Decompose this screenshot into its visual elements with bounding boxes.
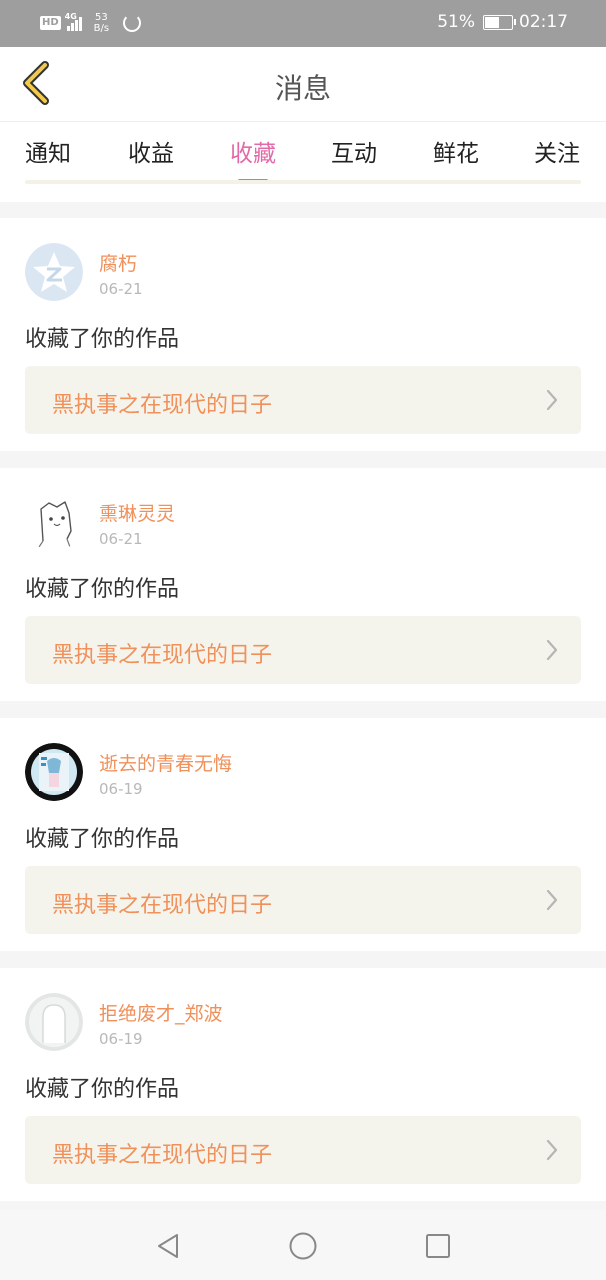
net-speed-unit: B/s (93, 23, 110, 34)
tab-label: 收益 (128, 141, 174, 167)
avatar[interactable] (25, 993, 83, 1051)
avatar[interactable] (25, 743, 83, 801)
nav-back-button[interactable] (152, 1230, 184, 1262)
tab-flowers[interactable]: 鲜花 (421, 134, 491, 168)
tab-bar: 通知 收益 收藏 互动 鲜花 关注 (0, 122, 606, 202)
hd-badge: HD (40, 16, 61, 30)
message-text: 收藏了你的作品 (25, 327, 180, 352)
net-speed: 53 B/s (94, 12, 109, 34)
tab-label: 通知 (25, 141, 71, 167)
sketch-cat-avatar-icon (25, 493, 83, 551)
default-user-avatar-icon (25, 993, 83, 1051)
tab-follows[interactable]: 关注 (522, 134, 592, 168)
clock: 02:17 (519, 12, 568, 32)
message-date: 06-19 (99, 1030, 143, 1048)
header-bar: 消息 (0, 47, 606, 122)
tab-label: 收藏 (230, 141, 276, 167)
sync-icon (123, 14, 142, 32)
chevron-right-icon (546, 389, 558, 411)
message-text: 收藏了你的作品 (25, 1077, 180, 1102)
chevron-right-icon (546, 639, 558, 661)
nav-recents-button[interactable] (422, 1230, 454, 1262)
signal-icon: 4G (64, 12, 82, 31)
message-text: 收藏了你的作品 (25, 577, 180, 602)
nav-home-button[interactable] (287, 1230, 319, 1262)
message-date: 06-19 (99, 780, 143, 798)
username[interactable]: 逝去的青春无悔 (99, 749, 232, 776)
square-recents-icon (426, 1234, 450, 1258)
work-link[interactable]: 黑执事之在现代的日子 (25, 366, 581, 434)
work-title: 黑执事之在现代的日子 (52, 1143, 273, 1168)
status-right: 51% 02:17 (437, 12, 568, 32)
status-bar: HD 4G 53 B/s 51% 02:17 (0, 0, 606, 47)
chevron-right-icon (546, 1139, 558, 1161)
anime-photo-avatar-icon (25, 743, 83, 801)
status-left: HD 4G 53 B/s (40, 12, 142, 34)
tab-notifications[interactable]: 通知 (13, 134, 83, 168)
message-card: 腐朽 06-21 收藏了你的作品 黑执事之在现代的日子 (0, 218, 606, 451)
network-type: 4G (64, 12, 77, 21)
message-card: 拒绝废才_郑波 06-19 收藏了你的作品 黑执事之在现代的日子 (0, 968, 606, 1201)
tab-interactions[interactable]: 互动 (319, 134, 389, 168)
message-card: 逝去的青春无悔 06-19 收藏了你的作品 黑执事之在现代的日子 (0, 718, 606, 951)
tab-label: 互动 (331, 141, 377, 167)
avatar[interactable] (25, 493, 83, 551)
tab-label: 关注 (534, 141, 580, 167)
work-title: 黑执事之在现代的日子 (52, 643, 273, 668)
triangle-back-icon (158, 1234, 178, 1258)
username[interactable]: 拒绝废才_郑波 (99, 999, 223, 1026)
chevron-right-icon (546, 889, 558, 911)
net-speed-value: 53 (95, 12, 108, 23)
qzone-star-avatar-icon (25, 243, 83, 301)
tab-divider (25, 180, 581, 184)
message-date: 06-21 (99, 530, 143, 548)
battery-icon (483, 14, 516, 30)
message-text: 收藏了你的作品 (25, 827, 180, 852)
system-navbar (0, 1210, 606, 1280)
work-link[interactable]: 黑执事之在现代的日子 (25, 616, 581, 684)
message-date: 06-21 (99, 280, 143, 298)
work-link[interactable]: 黑执事之在现代的日子 (25, 1116, 581, 1184)
work-title: 黑执事之在现代的日子 (52, 893, 273, 918)
circle-home-icon (289, 1232, 317, 1260)
avatar[interactable] (25, 243, 83, 301)
username[interactable]: 腐朽 (99, 249, 137, 276)
work-title: 黑执事之在现代的日子 (52, 393, 273, 418)
username[interactable]: 熏琳灵灵 (99, 499, 175, 526)
tab-label: 鲜花 (433, 141, 479, 167)
tab-favorites[interactable]: 收藏 (218, 134, 288, 182)
page-title: 消息 (274, 72, 331, 105)
work-link[interactable]: 黑执事之在现代的日子 (25, 866, 581, 934)
tab-earnings[interactable]: 收益 (116, 134, 186, 168)
battery-percent: 51% (437, 12, 475, 32)
message-card: 熏琳灵灵 06-21 收藏了你的作品 黑执事之在现代的日子 (0, 468, 606, 701)
